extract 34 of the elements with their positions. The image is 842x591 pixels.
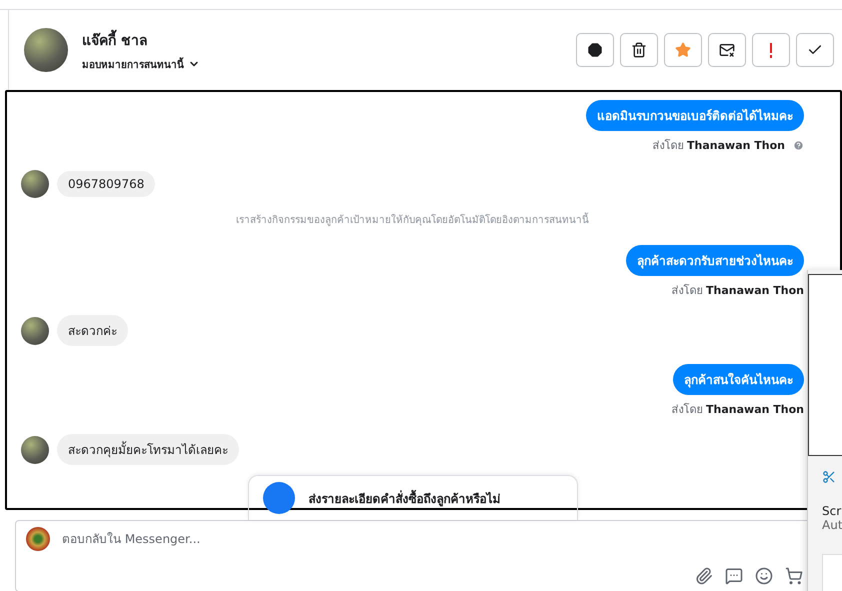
delete-button[interactable] bbox=[620, 33, 658, 67]
page-avatar bbox=[26, 527, 50, 551]
chat-icon[interactable] bbox=[725, 567, 743, 585]
priority-button[interactable] bbox=[752, 33, 790, 67]
paperclip-icon[interactable] bbox=[695, 567, 713, 585]
avatar-photo bbox=[24, 28, 68, 72]
message-bubble: 0967809768 bbox=[57, 171, 156, 197]
avatar-photo bbox=[21, 316, 49, 344]
circle-icon bbox=[262, 482, 294, 514]
message-bubble: ลุกค้าสะดวกรับสายช่วงไหนคะ bbox=[626, 245, 804, 276]
avatar-photo bbox=[21, 170, 49, 198]
trash-icon bbox=[631, 42, 647, 58]
envelope-icon bbox=[719, 42, 735, 58]
exclamation-icon bbox=[769, 42, 773, 58]
notification-title: Scr bbox=[822, 504, 842, 518]
avatar-photo bbox=[21, 436, 49, 464]
scissors-icon bbox=[822, 470, 836, 484]
sender-label: ส่งโดย Thanawan Thon bbox=[672, 402, 804, 418]
sender-label: ส่งโดย Thanawan Thon bbox=[672, 283, 804, 299]
message-bubble: สะดวกค่ะ bbox=[57, 315, 128, 346]
cart-icon[interactable] bbox=[785, 567, 803, 585]
smiley-icon[interactable] bbox=[755, 567, 773, 585]
message-bubble: ลุกค้าสนใจคันไหนคะ bbox=[673, 364, 804, 395]
mail-button[interactable] bbox=[708, 33, 746, 67]
spam-button[interactable] bbox=[576, 33, 614, 67]
star-button[interactable] bbox=[664, 33, 702, 67]
message-bubble: สะดวกคุยมั้ยคะโทรมาได้เลยคะ bbox=[57, 434, 239, 465]
prompt-text: ส่งรายละเอียดคำสั่งซื้อถึงลูกค้าหรือไม่ bbox=[308, 488, 500, 508]
message-bubble: แอดมินรบกวนขอเบอร์ติดต่อได้ไหมคะ bbox=[586, 100, 804, 131]
system-notice: เราสร้างกิจกรรมของลูกค้าเป้าหมายให้กับคุณโดยอัตโนมัติโดยอิงตามการสนทนานี้ bbox=[236, 212, 589, 227]
contact-name: แจ๊คกี้ ชาล bbox=[82, 28, 576, 50]
assign-dropdown[interactable]: มอบหมายการสนทนานี้ bbox=[82, 56, 576, 72]
sender-label: ส่งโดย Thanawan Thon bbox=[652, 138, 785, 154]
notification-subtitle: Aut bbox=[822, 518, 842, 532]
